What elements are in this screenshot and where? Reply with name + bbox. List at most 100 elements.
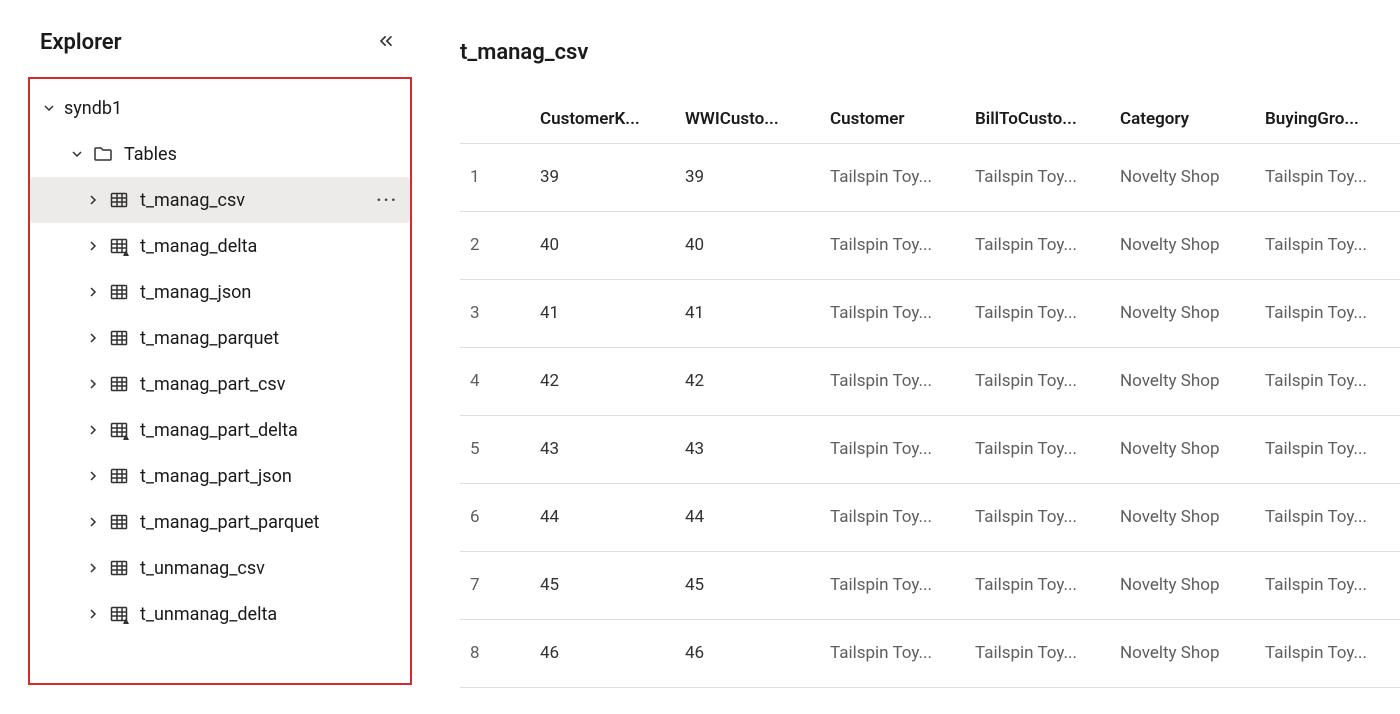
row-number: 2 xyxy=(460,211,530,279)
cell: 41 xyxy=(675,279,820,347)
table-icon xyxy=(108,281,130,303)
cell: 42 xyxy=(530,347,675,415)
row-number: 6 xyxy=(460,483,530,551)
cell: 44 xyxy=(530,483,675,551)
cell: Tailspin Toy... xyxy=(820,483,965,551)
cell: Tailspin Toy... xyxy=(820,347,965,415)
table-row[interactable]: 44242Tailspin Toy...Tailspin Toy...Novel… xyxy=(460,347,1400,415)
tree-node-table[interactable]: t_manag_part_csv xyxy=(30,361,410,407)
cell: 45 xyxy=(530,551,675,619)
cell: Tailspin Toy... xyxy=(1255,211,1400,279)
collapse-panel-icon[interactable] xyxy=(376,31,396,55)
column-header[interactable]: CustomerK... xyxy=(530,95,675,143)
table-icon xyxy=(108,189,130,211)
tree-node-table[interactable]: t_manag_part_json xyxy=(30,453,410,499)
cell: Tailspin Toy... xyxy=(820,619,965,687)
chevron-right-icon xyxy=(84,421,102,439)
more-actions-button[interactable]: ··· xyxy=(372,190,402,211)
column-header[interactable]: WWICusto... xyxy=(675,95,820,143)
row-number: 7 xyxy=(460,551,530,619)
table-delta-icon xyxy=(108,603,130,625)
column-header[interactable]: BuyingGro... xyxy=(1255,95,1400,143)
tree-node-label: t_manag_delta xyxy=(140,236,402,257)
cell: 42 xyxy=(675,347,820,415)
tree-node-table[interactable]: t_manag_part_delta xyxy=(30,407,410,453)
tree-node-table[interactable]: t_manag_csv··· xyxy=(30,177,410,223)
table-row[interactable]: 54343Tailspin Toy...Tailspin Toy...Novel… xyxy=(460,415,1400,483)
cell: Novelty Shop xyxy=(1110,551,1255,619)
table-row[interactable]: 13939Tailspin Toy...Tailspin Toy...Novel… xyxy=(460,143,1400,211)
tree-node-label: t_unmanag_delta xyxy=(140,604,402,625)
tree-node-table[interactable]: t_manag_part_parquet xyxy=(30,499,410,545)
table-header-row: CustomerK...WWICusto...CustomerBillToCus… xyxy=(460,95,1400,143)
cell: 43 xyxy=(675,415,820,483)
cell: Tailspin Toy... xyxy=(965,415,1110,483)
cell: 39 xyxy=(675,143,820,211)
table-row[interactable]: 34141Tailspin Toy...Tailspin Toy...Novel… xyxy=(460,279,1400,347)
explorer-title: Explorer xyxy=(40,30,122,55)
table-delta-icon xyxy=(108,235,130,257)
tree-node-table[interactable]: t_manag_parquet xyxy=(30,315,410,361)
tree-node-table[interactable]: t_manag_json xyxy=(30,269,410,315)
cell: Tailspin Toy... xyxy=(820,551,965,619)
cell: Tailspin Toy... xyxy=(820,143,965,211)
column-header[interactable]: Category xyxy=(1110,95,1255,143)
chevron-right-icon xyxy=(84,375,102,393)
table-icon xyxy=(108,465,130,487)
cell: 40 xyxy=(675,211,820,279)
cell: Tailspin Toy... xyxy=(1255,551,1400,619)
cell: 46 xyxy=(530,619,675,687)
cell: Tailspin Toy... xyxy=(965,143,1110,211)
tree-node-database[interactable]: syndb1 xyxy=(30,85,410,131)
tree-node-table[interactable]: t_unmanag_delta xyxy=(30,591,410,637)
cell: 41 xyxy=(530,279,675,347)
tree-node-label: t_manag_part_delta xyxy=(140,420,402,441)
tree-highlight-box: syndb1 Tables t_manag_csv··· t_manag_delt… xyxy=(28,77,412,685)
cell: Tailspin Toy... xyxy=(1255,483,1400,551)
column-header-blank xyxy=(460,95,530,143)
tree-node-table[interactable]: t_unmanag_csv xyxy=(30,545,410,591)
table-row[interactable]: 24040Tailspin Toy...Tailspin Toy...Novel… xyxy=(460,211,1400,279)
cell: Novelty Shop xyxy=(1110,619,1255,687)
cell: Novelty Shop xyxy=(1110,211,1255,279)
cell: Novelty Shop xyxy=(1110,483,1255,551)
cell: 40 xyxy=(530,211,675,279)
chevron-down-icon xyxy=(40,99,58,117)
explorer-panel: Explorer syndb1 Tables t_manag_csv···t_m… xyxy=(0,0,420,714)
cell: Novelty Shop xyxy=(1110,415,1255,483)
cell: Tailspin Toy... xyxy=(1255,143,1400,211)
cell: Tailspin Toy... xyxy=(965,347,1110,415)
chevron-right-icon xyxy=(84,559,102,577)
tree-node-table[interactable]: t_manag_delta xyxy=(30,223,410,269)
chevron-right-icon xyxy=(84,283,102,301)
chevron-right-icon xyxy=(84,191,102,209)
cell: Tailspin Toy... xyxy=(1255,619,1400,687)
tree-node-label: syndb1 xyxy=(64,98,402,119)
column-header[interactable]: Customer xyxy=(820,95,965,143)
table-row[interactable]: 84646Tailspin Toy...Tailspin Toy...Novel… xyxy=(460,619,1400,687)
column-header[interactable]: BillToCusto... xyxy=(965,95,1110,143)
table-name-title: t_manag_csv xyxy=(460,40,1400,65)
table-row[interactable]: 64444Tailspin Toy...Tailspin Toy...Novel… xyxy=(460,483,1400,551)
tree-node-tables[interactable]: Tables xyxy=(30,131,410,177)
row-number: 4 xyxy=(460,347,530,415)
data-table: CustomerK...WWICusto...CustomerBillToCus… xyxy=(460,95,1400,688)
cell: Tailspin Toy... xyxy=(965,619,1110,687)
chevron-right-icon xyxy=(84,513,102,531)
table-row[interactable]: 74545Tailspin Toy...Tailspin Toy...Novel… xyxy=(460,551,1400,619)
chevron-right-icon xyxy=(84,329,102,347)
cell: Tailspin Toy... xyxy=(965,483,1110,551)
cell: Tailspin Toy... xyxy=(1255,415,1400,483)
tree-node-label: t_unmanag_csv xyxy=(140,558,402,579)
row-number: 8 xyxy=(460,619,530,687)
cell: 39 xyxy=(530,143,675,211)
tree-node-label: t_manag_csv xyxy=(140,190,372,211)
cell: Tailspin Toy... xyxy=(1255,347,1400,415)
tree-node-label: t_manag_part_json xyxy=(140,466,402,487)
row-number: 5 xyxy=(460,415,530,483)
row-number: 1 xyxy=(460,143,530,211)
table-icon xyxy=(108,557,130,579)
main-content: t_manag_csv CustomerK...WWICusto...Custo… xyxy=(420,0,1400,714)
chevron-right-icon xyxy=(84,237,102,255)
cell: Tailspin Toy... xyxy=(965,551,1110,619)
